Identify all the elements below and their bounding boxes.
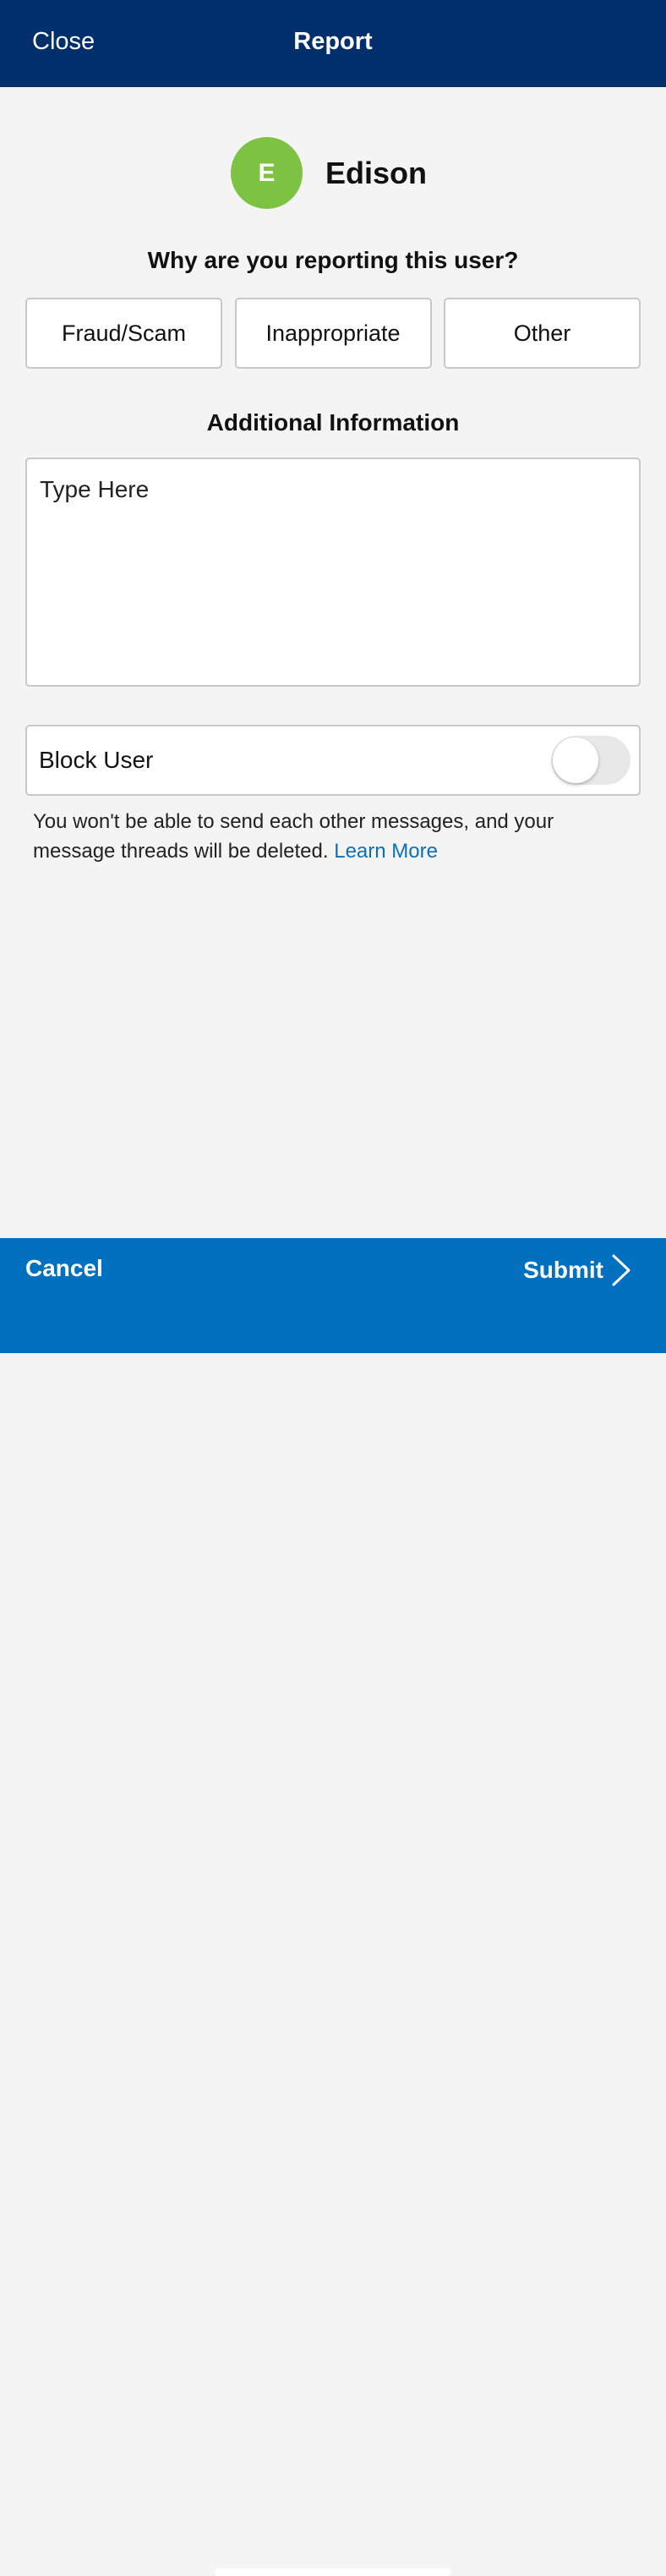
reason-other-button[interactable]: Other — [444, 298, 641, 369]
top-nav-bar: Close Report — [0, 0, 666, 87]
submit-label: Submit — [523, 1257, 603, 1283]
block-note-text: You won't be able to send each other mes… — [33, 810, 554, 863]
cancel-button[interactable]: Cancel — [25, 1255, 103, 1282]
chevron-right-icon — [612, 1254, 631, 1286]
block-user-toggle[interactable] — [551, 736, 631, 785]
avatar: E — [230, 137, 303, 209]
bottom-action-bar: Cancel Submit — [0, 1238, 666, 2576]
reason-fraud-scam-button[interactable]: Fraud/Scam — [25, 298, 222, 369]
home-indicator — [215, 2568, 451, 2576]
reason-options: Fraud/Scam Inappropriate Other — [25, 298, 641, 369]
block-user-note: You won't be able to send each other mes… — [33, 807, 633, 866]
reason-inappropriate-button[interactable]: Inappropriate — [234, 298, 432, 369]
reported-user: E Edison — [0, 137, 666, 209]
additional-info-heading: Additional Information — [206, 409, 460, 436]
additional-info-input[interactable] — [25, 458, 641, 687]
report-question: Why are you reporting this user? — [147, 247, 519, 273]
page-title: Report — [293, 28, 373, 55]
submit-button[interactable]: Submit — [523, 1253, 632, 1287]
toggle-knob — [553, 737, 598, 783]
block-user-row: Block User — [25, 725, 641, 796]
learn-more-link[interactable]: Learn More — [334, 840, 438, 863]
user-name: Edison — [325, 155, 427, 190]
block-user-label: Block User — [39, 747, 154, 773]
